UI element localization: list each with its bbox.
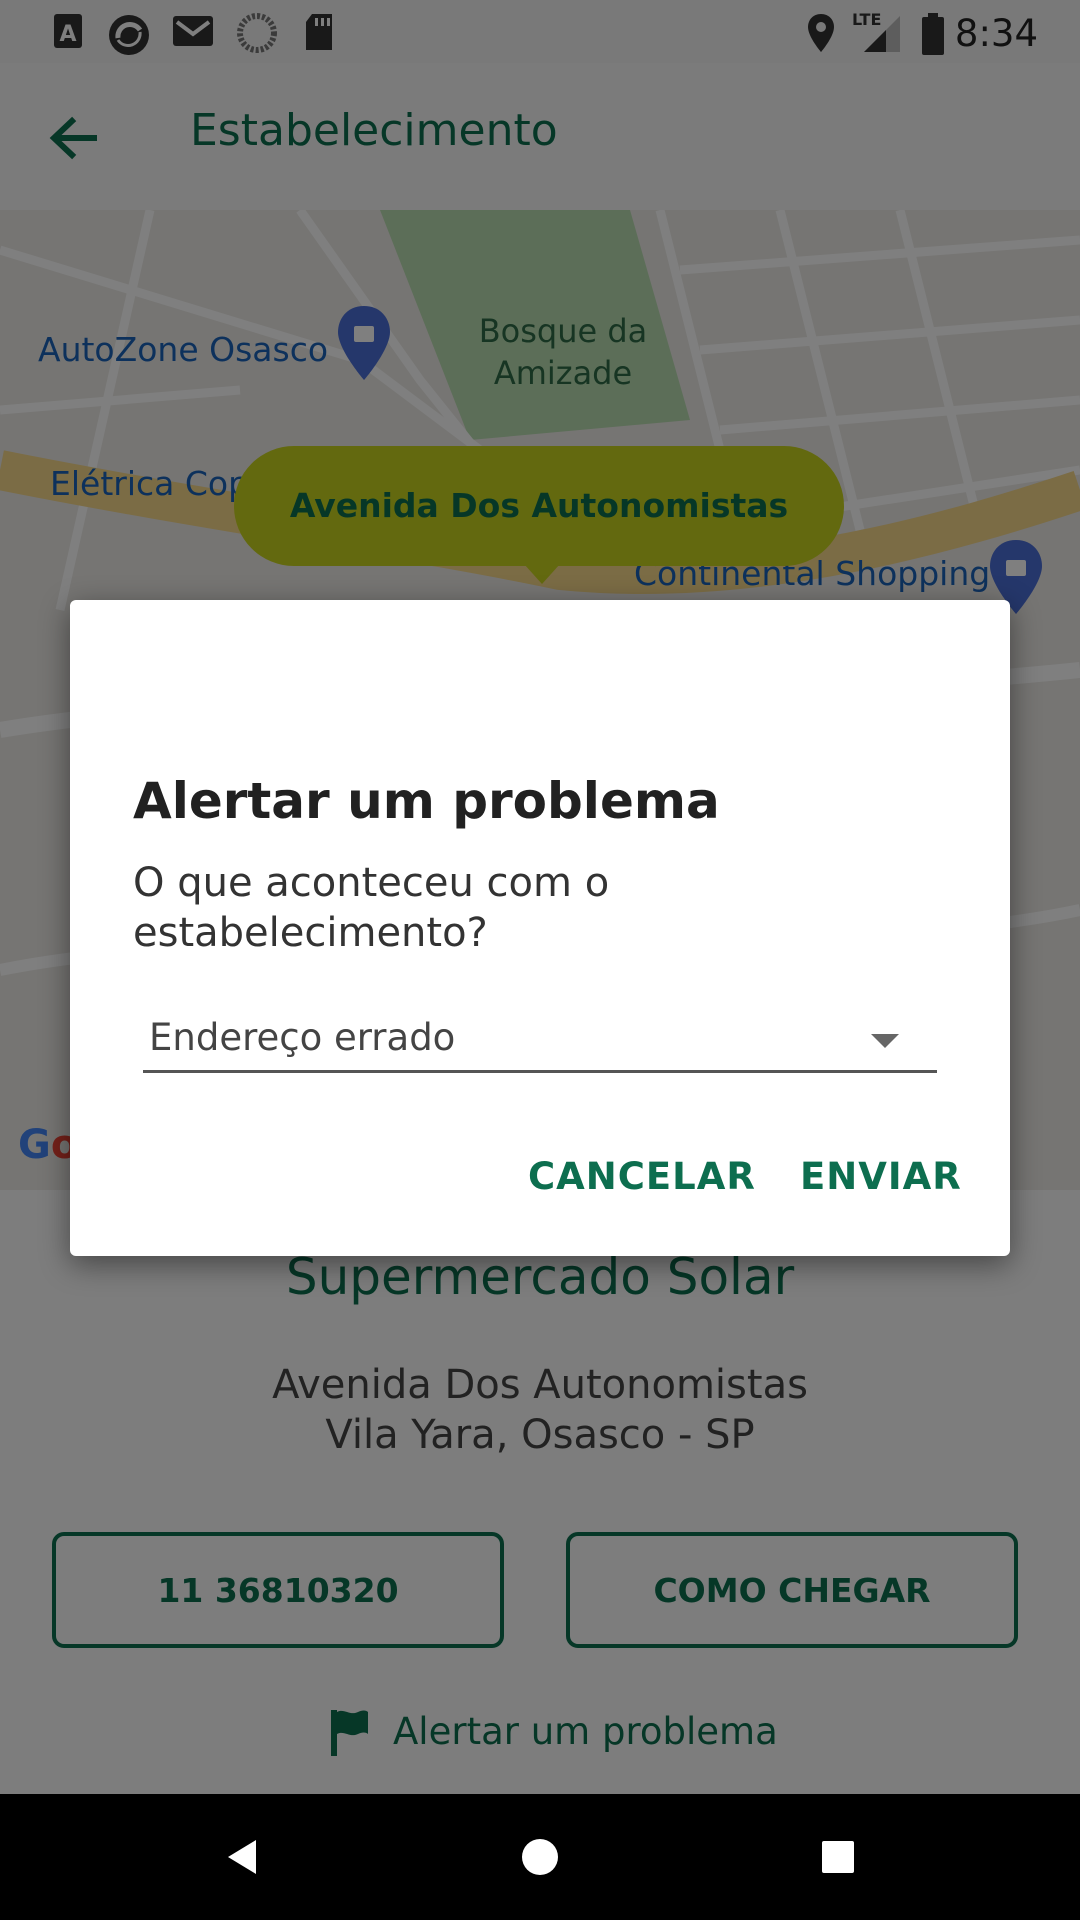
dialog-message: O que aconteceu com o estabelecimento? <box>133 860 610 956</box>
send-button[interactable]: ENVIAR <box>794 1154 968 1199</box>
dropdown-selected-value: Endereço errado <box>149 1016 456 1059</box>
nav-back-button[interactable] <box>172 1794 312 1920</box>
nav-home-icon <box>522 1839 558 1875</box>
cancel-button[interactable]: CANCELAR <box>522 1154 762 1199</box>
nav-recents-icon <box>822 1841 854 1873</box>
nav-home-button[interactable] <box>470 1794 610 1920</box>
dropdown-arrow-icon <box>871 1034 899 1048</box>
dialog-title: Alertar um problema <box>133 772 720 830</box>
report-problem-dialog: Alertar um problema O que aconteceu com … <box>70 600 1010 1256</box>
problem-type-dropdown[interactable]: Endereço errado <box>143 1012 937 1073</box>
system-nav-bar <box>0 1794 1080 1920</box>
nav-recents-button[interactable] <box>768 1794 908 1920</box>
nav-back-icon <box>228 1840 256 1874</box>
